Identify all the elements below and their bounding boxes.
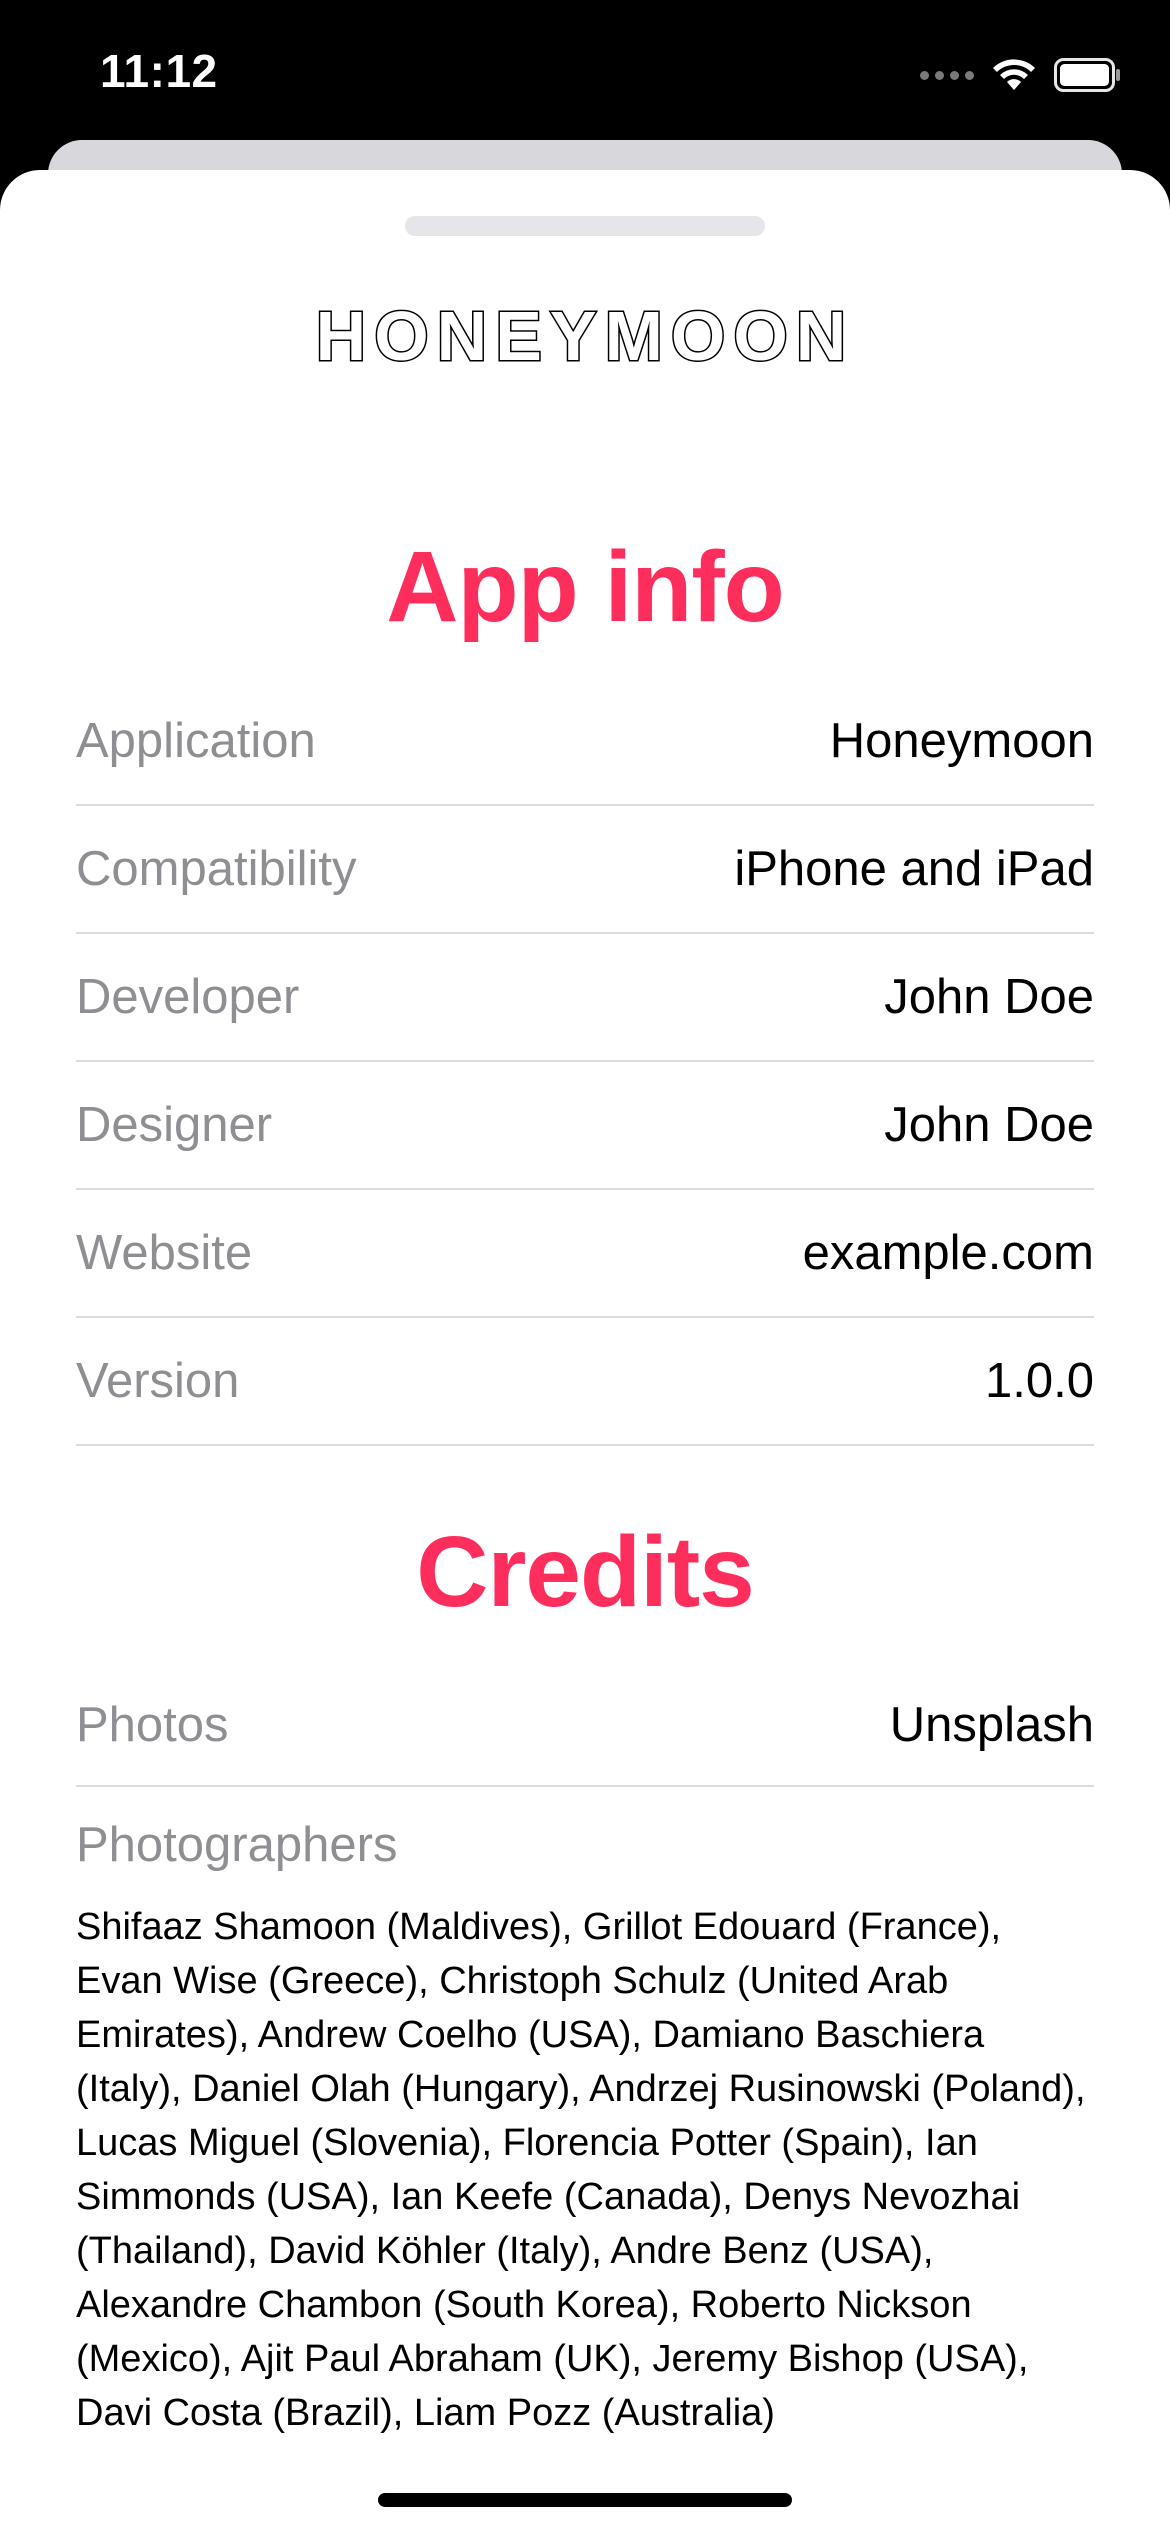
info-row-designer: Designer John Doe: [76, 1062, 1094, 1190]
battery-icon: [1054, 58, 1120, 92]
honeymoon-logo: HONEYMOON: [314, 298, 855, 370]
website-link[interactable]: example.com: [803, 1225, 1094, 1281]
row-value: iPhone and iPad: [734, 842, 1094, 896]
wifi-icon: [993, 59, 1035, 90]
app-info-list: Application Honeymoon Compatibility iPho…: [76, 678, 1094, 1446]
info-row-developer: Developer John Doe: [76, 934, 1094, 1062]
credits-list: Photos Unsplash: [76, 1665, 1094, 1787]
photographers-section: Photographers Shifaaz Shamoon (Maldives)…: [76, 1802, 1094, 2440]
app-info-sheet: HONEYMOON App info Application Honeymoon…: [0, 170, 1170, 2532]
home-indicator: [378, 2493, 792, 2507]
photographers-label: Photographers: [76, 1818, 398, 1872]
app-info-title: App info: [386, 531, 784, 643]
status-indicators: [920, 52, 1122, 98]
row-value: Unsplash: [889, 1698, 1094, 1752]
row-label: Version: [76, 1354, 240, 1408]
row-label: Photos: [76, 1698, 229, 1752]
status-time: 11:12: [100, 45, 218, 97]
credits-title: Credits: [416, 1516, 755, 1628]
row-label: Application: [76, 714, 316, 768]
row-label: Designer: [76, 1098, 273, 1152]
info-row-application: Application Honeymoon: [76, 678, 1094, 806]
info-row-version: Version 1.0.0: [76, 1318, 1094, 1446]
cellular-signal-icon: [920, 70, 974, 80]
sheet-grabber[interactable]: [405, 216, 765, 236]
row-label: Website: [76, 1226, 253, 1280]
info-row-compatibility: Compatibility iPhone and iPad: [76, 806, 1094, 934]
row-value: John Doe: [884, 970, 1094, 1024]
row-value: 1.0.0: [985, 1354, 1094, 1408]
row-label: Developer: [76, 970, 300, 1024]
photographers-text: Shifaaz Shamoon (Maldives), Grillot Edou…: [76, 1906, 1086, 2434]
row-value: Honeymoon: [829, 714, 1094, 768]
row-value: John Doe: [884, 1098, 1094, 1152]
info-row-website: Website example.com: [76, 1190, 1094, 1318]
row-label: Compatibility: [76, 842, 357, 896]
status-bar: 11:12: [0, 0, 1170, 150]
svg-text:HONEYMOON: HONEYMOON: [316, 298, 855, 370]
credits-row-photos: Photos Unsplash: [76, 1665, 1094, 1787]
